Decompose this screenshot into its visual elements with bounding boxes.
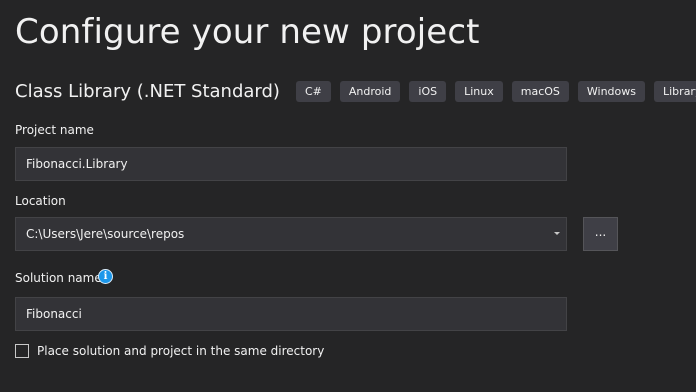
- template-header: Class Library (.NET Standard) C# Android…: [15, 79, 696, 103]
- location-value: C:\Users\Jere\source\repos: [26, 227, 185, 241]
- tag-windows: Windows: [577, 80, 645, 102]
- template-name: Class Library (.NET Standard): [15, 80, 280, 102]
- location-label: Location: [15, 194, 66, 208]
- project-name-input[interactable]: Fibonacci.Library: [15, 147, 567, 181]
- solution-name-input[interactable]: Fibonacci: [15, 297, 567, 331]
- tag-library: Library: [654, 80, 696, 102]
- tag-csharp: C#: [295, 80, 331, 102]
- browse-button[interactable]: ...: [583, 217, 618, 251]
- tag-android: Android: [339, 80, 401, 102]
- solution-name-label: Solution name: [15, 271, 102, 285]
- tag-ios: iOS: [409, 80, 447, 102]
- info-icon[interactable]: i: [98, 269, 113, 284]
- page-title: Configure your new project: [15, 12, 480, 52]
- tag-macos: macOS: [511, 80, 569, 102]
- project-name-value: Fibonacci.Library: [26, 157, 128, 171]
- solution-name-value: Fibonacci: [26, 307, 82, 321]
- location-combobox[interactable]: C:\Users\Jere\source\repos: [15, 217, 567, 251]
- chevron-down-icon[interactable]: [554, 232, 560, 235]
- same-directory-label[interactable]: Place solution and project in the same d…: [37, 344, 324, 358]
- project-name-label: Project name: [15, 123, 94, 137]
- tag-linux: Linux: [455, 80, 503, 102]
- same-directory-checkbox[interactable]: [15, 344, 29, 358]
